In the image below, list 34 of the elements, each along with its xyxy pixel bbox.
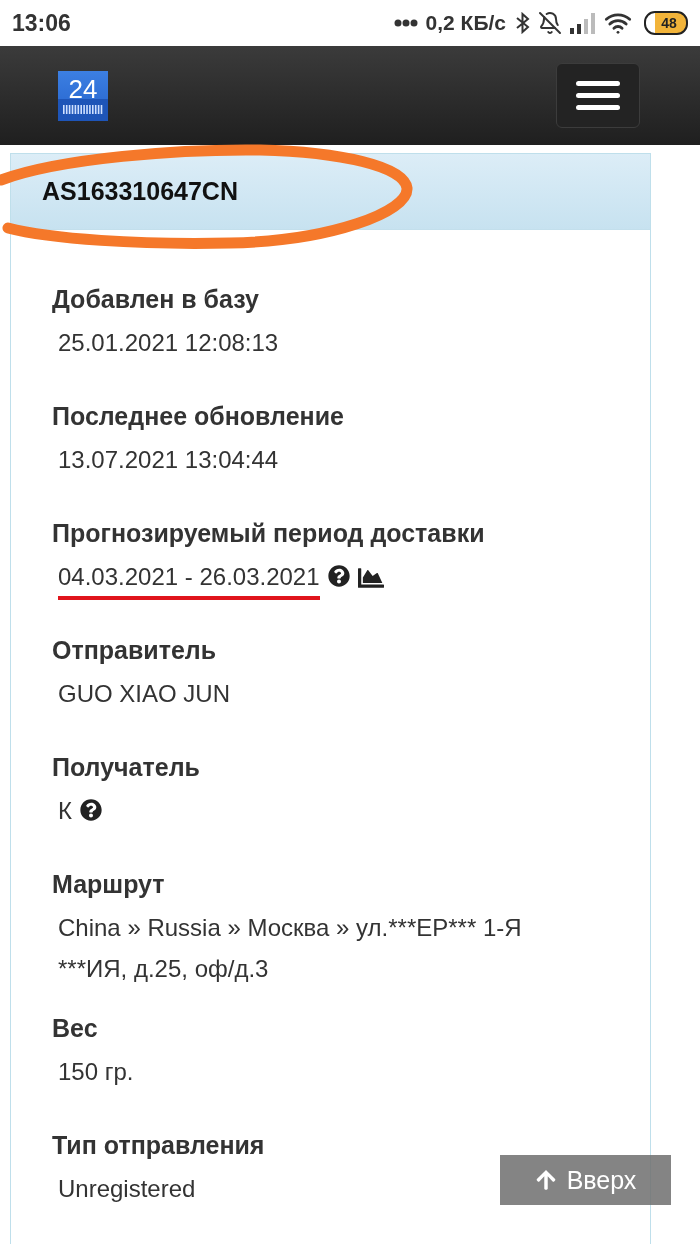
logo-text: 24 xyxy=(68,75,98,102)
field-value: К xyxy=(58,797,72,824)
field-label: Вес xyxy=(52,1013,99,1044)
field-value: 04.03.2021 - 26.03.2021 xyxy=(58,563,320,590)
field-value: 150 гр. xyxy=(58,1058,134,1085)
network-speed: 0,2 КБ/с xyxy=(425,11,506,35)
field-label: Тип отправления xyxy=(52,1130,266,1161)
tracking-number: AS163310647CN xyxy=(42,177,238,206)
field-value: 25.01.2021 12:08:13 xyxy=(58,329,279,356)
signal-icon xyxy=(570,12,596,34)
field-label: Получатель xyxy=(52,752,201,783)
battery-percent: 48 xyxy=(661,16,677,30)
field-value: 13.07.2021 13:04:44 xyxy=(58,446,279,473)
site-logo[interactable]: 24 xyxy=(58,70,108,121)
muted-bell-icon xyxy=(538,11,562,35)
help-icon[interactable] xyxy=(80,799,102,821)
bluetooth-icon xyxy=(516,12,530,34)
field-label: Отправитель xyxy=(52,635,218,666)
field-label: Добавлен в базу xyxy=(52,284,260,315)
field-label: Маршрут xyxy=(52,869,166,900)
field-value: Unregistered xyxy=(58,1175,196,1202)
field-label: Последнее обновление xyxy=(52,401,345,432)
help-icon[interactable] xyxy=(327,565,350,587)
arrow-up-icon xyxy=(534,1169,557,1191)
notification-dots-icon xyxy=(393,19,418,27)
menu-button[interactable] xyxy=(556,63,640,128)
area-chart-icon[interactable] xyxy=(357,565,384,591)
menu-icon xyxy=(576,81,620,110)
field-value: GUO XIAO JUN xyxy=(58,680,231,707)
field-value: China » Russia » Москва » ул.***ЕР*** 1-Я ***ИЯ, д.25, оф/д.3 xyxy=(58,914,522,982)
barcode-icon xyxy=(63,104,103,114)
field-label: Прогнозируемый период доставки xyxy=(52,518,486,549)
scroll-to-top-button[interactable]: Вверх xyxy=(500,1155,671,1205)
status-time: 13:06 xyxy=(12,9,71,37)
